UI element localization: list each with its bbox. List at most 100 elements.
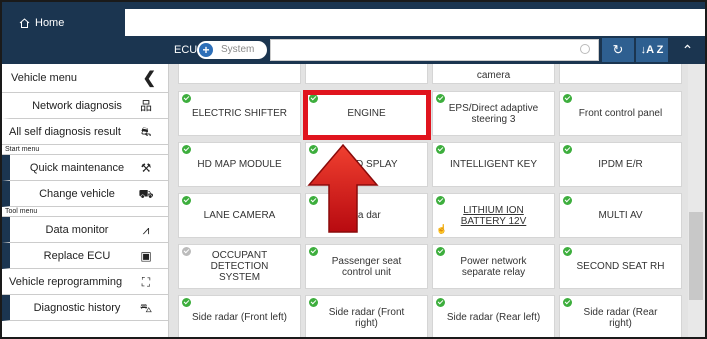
app-window: Home ECU + System ↻ ↓A Z ⌃ Vehicle menu …	[0, 0, 707, 339]
sidebar-item-label: Quick maintenance	[29, 161, 125, 174]
ecu-cell-side-radar-front-right[interactable]: Side radar (Front right)	[305, 295, 428, 337]
toggle-system-label: System	[221, 44, 255, 55]
ecu-cell-label: Side radar (Rear right)	[583, 306, 658, 329]
ecu-cell-label: OCCUPANT DETECTION SYSTEM	[210, 250, 269, 283]
collapse-button[interactable]: ⌃	[670, 38, 705, 62]
back-chevron-icon[interactable]: ❮	[143, 64, 156, 93]
ecu-cell-label: ELECTRIC SHIFTER	[191, 108, 287, 119]
ecu-cell-side-radar-rear-right[interactable]: Side radar (Rear right)	[559, 295, 682, 337]
ecu-cell-label: Passenger seat control unit	[331, 255, 402, 278]
ecu-cell-side-radar-rear-left[interactable]: Side radar (Rear left)	[432, 295, 555, 337]
check-icon	[436, 94, 445, 103]
sidebar-item-replace-ecu[interactable]: Replace ECU ▣	[2, 243, 168, 269]
search-input[interactable]	[270, 39, 599, 61]
sidebar-item-label: Diagnostic history	[33, 301, 121, 314]
ecu-cell-eps[interactable]: EPS/Direct adaptive steering 3	[432, 91, 555, 136]
reprogram-icon: ⛶	[141, 275, 151, 289]
ecu-cell-label: Side radar (Front left)	[191, 312, 288, 323]
ecu-cell-label: LANE CAMERA	[203, 210, 276, 221]
sidebar-header: Vehicle menu ❮	[2, 64, 168, 93]
ecu-cell-label: MULTI AV	[598, 210, 643, 221]
ecu-cell-hd-map-module[interactable]: HD MAP MODULE	[178, 142, 301, 187]
ecu-cell-ipdm-er[interactable]: IPDM E/R	[559, 142, 682, 187]
wrench-icon: ⚒	[140, 161, 152, 175]
ecu-cell[interactable]	[305, 64, 428, 84]
ecu-grid: camera ELECTRIC SHIFTER ENGINE EPS/Direc…	[169, 64, 705, 337]
sidebar-item-change-vehicle[interactable]: Change vehicle ⛟	[2, 181, 168, 207]
hand-cursor-icon: ☝	[436, 224, 448, 234]
ecu-cell-label: HD MAP MODULE	[197, 159, 282, 170]
ecu-cell-lane-camera[interactable]: LANE CAMERA	[178, 193, 301, 238]
sidebar-item-label: Data monitor	[45, 223, 109, 236]
check-icon	[309, 298, 318, 307]
ecu-cell-electric-shifter[interactable]: ELECTRIC SHIFTER	[178, 91, 301, 136]
home-tab[interactable]: Home	[11, 9, 124, 36]
ecu-cell-label: Side radar (Rear left)	[446, 312, 541, 323]
ecu-cell[interactable]	[559, 64, 682, 84]
check-icon	[309, 247, 318, 256]
ecu-cell-label: SECOND SEAT RH	[576, 261, 665, 272]
home-tab-label: Home	[35, 16, 65, 29]
ecu-cell-label: INTELLIGENT KEY	[449, 159, 538, 170]
title-bar: Home	[2, 2, 705, 36]
check-icon	[563, 298, 572, 307]
ecu-cell-label: Power network separate relay	[460, 255, 527, 278]
check-icon	[563, 94, 572, 103]
sidebar-item-all-self-diagnosis[interactable]: All self diagnosis result ⛐	[2, 119, 168, 145]
ecu-cell-label: IPDM E/R	[598, 159, 643, 170]
ecu-cell-power-network-relay[interactable]: Power network separate relay	[432, 244, 555, 289]
check-icon	[182, 145, 191, 154]
ecu-cell-label: camera	[476, 70, 511, 81]
sidebar: Vehicle menu ❮ Network diagnosis 品 All s…	[2, 64, 169, 337]
ecu-cell-camera[interactable]: camera	[432, 64, 555, 84]
ecu-cell-front-control-panel[interactable]: Front control panel	[559, 91, 682, 136]
ecu-cell[interactable]	[178, 64, 301, 84]
ecu-cell-label: Side radar (Front right)	[328, 306, 405, 329]
engine-highlight-box	[303, 90, 431, 140]
tab-strip	[125, 9, 705, 36]
ecu-cell-passenger-seat[interactable]: Passenger seat control unit	[305, 244, 428, 289]
monitor-icon: ⩘	[142, 223, 150, 237]
scrollbar-thumb[interactable]	[689, 212, 703, 300]
check-icon	[436, 196, 445, 205]
refresh-button[interactable]: ↻	[602, 38, 634, 62]
chip-icon: ▣	[140, 249, 152, 263]
ecu-cell-label: EPS/Direct adaptive steering 3	[448, 102, 539, 125]
sidebar-item-quick-maintenance[interactable]: Quick maintenance ⚒	[2, 155, 168, 181]
sidebar-item-label: Change vehicle	[39, 187, 115, 200]
sidebar-item-diagnostic-history[interactable]: Diagnostic history ⛍	[2, 295, 168, 321]
car-search-icon: ⛐	[140, 125, 152, 139]
check-icon	[182, 94, 191, 103]
start-menu-section: Start menu	[2, 145, 168, 155]
sidebar-item-data-monitor[interactable]: Data monitor ⩘	[2, 217, 168, 243]
ecu-cell-lithium-ion-battery[interactable]: LITHIUM ION BATTERY 12V ☝	[432, 193, 555, 238]
ecu-cell-label: Front control panel	[578, 108, 663, 119]
ecu-cell-intelligent-key[interactable]: INTELLIGENT KEY	[432, 142, 555, 187]
ecu-cell-multi-av[interactable]: MULTI AV	[559, 193, 682, 238]
ecu-cell-label: LITHIUM ION BATTERY 12V	[460, 204, 527, 227]
sidebar-item-label: Network diagnosis	[32, 99, 122, 112]
history-icon: ⛍	[139, 301, 153, 315]
tool-menu-section: Tool menu	[2, 207, 168, 217]
check-icon	[436, 298, 445, 307]
sidebar-item-vehicle-reprogramming[interactable]: Vehicle reprogramming ⛶	[2, 269, 168, 295]
check-icon	[436, 247, 445, 256]
ecu-system-toggle[interactable]: + System	[197, 41, 267, 59]
ecu-label: ECU	[174, 44, 198, 56]
home-icon	[19, 17, 30, 28]
car-icon: ⛟	[138, 187, 154, 201]
ecu-cell-second-seat-rh[interactable]: SECOND SEAT RH	[559, 244, 682, 289]
check-icon	[182, 298, 191, 307]
ecu-cell-occupant-detection[interactable]: OCCUPANT DETECTION SYSTEM	[178, 244, 301, 289]
search-icon	[580, 44, 590, 54]
toolbar: ECU + System ↻ ↓A Z ⌃	[2, 36, 705, 64]
ecu-cell-side-radar-front-left[interactable]: Side radar (Front left)	[178, 295, 301, 337]
check-icon	[182, 196, 191, 205]
sidebar-item-label: Vehicle reprogramming	[9, 275, 123, 288]
sort-az-button[interactable]: ↓A Z	[636, 38, 668, 62]
red-arrow-icon	[307, 143, 379, 233]
check-icon-disabled	[182, 247, 191, 256]
sidebar-item-network-diagnosis[interactable]: Network diagnosis 品	[2, 93, 168, 119]
network-icon: 品	[139, 99, 152, 113]
check-icon	[436, 145, 445, 154]
